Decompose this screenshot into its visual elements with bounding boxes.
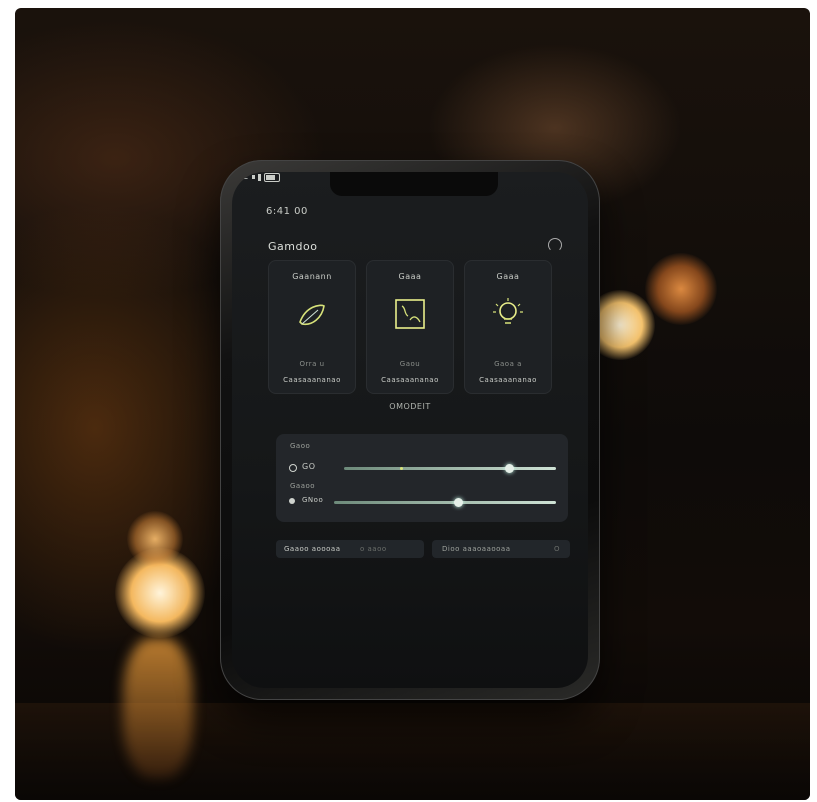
chip-extra: o aaoo bbox=[360, 545, 387, 553]
chip-extra: O bbox=[554, 545, 561, 553]
card-state: Gaoa a bbox=[494, 360, 522, 368]
photo-background: 6:41 00 ◀ 2 Gamdoo Gaanann Orra u Caasaa… bbox=[15, 8, 810, 800]
card-subtitle: Caasaaananao bbox=[283, 376, 341, 384]
signal-icon bbox=[258, 173, 262, 181]
settings-icon[interactable] bbox=[548, 238, 562, 252]
scene-chip[interactable]: Gaaoo aoooaa o aaoo bbox=[276, 540, 424, 558]
device-card[interactable]: Gaanann Orra u Caasaaananao bbox=[268, 260, 356, 394]
device-card[interactable]: Gaaa Gaoa a Caasaaananao bbox=[464, 260, 552, 394]
bokeh-light bbox=[127, 511, 183, 567]
chip-label: Dioo aaaoaaooaa bbox=[442, 545, 511, 553]
card-name: Gaaa bbox=[496, 272, 520, 281]
light-reflection bbox=[123, 638, 193, 778]
battery-icon bbox=[264, 172, 281, 182]
card-state: Gaou bbox=[399, 360, 421, 368]
power-icon[interactable] bbox=[289, 498, 295, 504]
notch bbox=[330, 172, 498, 196]
signal-label: ◀ 2 bbox=[232, 172, 250, 182]
leaf-icon bbox=[294, 296, 330, 332]
status-time: 6:41 00 bbox=[266, 206, 308, 217]
slider-marker bbox=[400, 467, 403, 470]
slider-group-label: Gaoo bbox=[290, 442, 311, 450]
power-icon[interactable] bbox=[289, 464, 297, 472]
phone-screen: 6:41 00 ◀ 2 Gamdoo Gaanann Orra u Caasaa… bbox=[232, 172, 588, 688]
frame-icon bbox=[392, 296, 428, 332]
card-state: Orra u bbox=[299, 360, 325, 368]
slider-label: GNoo bbox=[302, 496, 324, 504]
mode-label: OMODEIT bbox=[389, 402, 431, 411]
slider-knob[interactable] bbox=[454, 498, 464, 507]
signal-icon bbox=[252, 175, 256, 179]
slider-label: GO bbox=[302, 462, 316, 471]
slider-panel: Gaoo GO Gaaoo GNoo bbox=[276, 434, 568, 522]
card-subtitle: Caasaaananao bbox=[479, 376, 537, 384]
device-card[interactable]: Gaaa Gaou Caasaaananao bbox=[366, 260, 454, 394]
card-name: Gaaa bbox=[398, 272, 422, 281]
card-name: Gaanann bbox=[292, 272, 332, 281]
bokeh-light bbox=[645, 253, 717, 325]
scene-chip[interactable]: Dioo aaaoaaooaa O bbox=[432, 540, 570, 558]
card-subtitle: Caasaaananao bbox=[381, 376, 439, 384]
bulb-icon bbox=[490, 296, 526, 332]
page-title: Gamdoo bbox=[268, 240, 318, 253]
warmth-slider[interactable] bbox=[334, 501, 556, 504]
chip-label: Gaaoo aoooaa bbox=[284, 545, 341, 553]
phone: 6:41 00 ◀ 2 Gamdoo Gaanann Orra u Caasaa… bbox=[220, 160, 600, 700]
slider-knob[interactable] bbox=[505, 464, 515, 473]
brightness-slider[interactable] bbox=[344, 467, 556, 470]
slider-sub-label: Gaaoo bbox=[290, 482, 316, 490]
